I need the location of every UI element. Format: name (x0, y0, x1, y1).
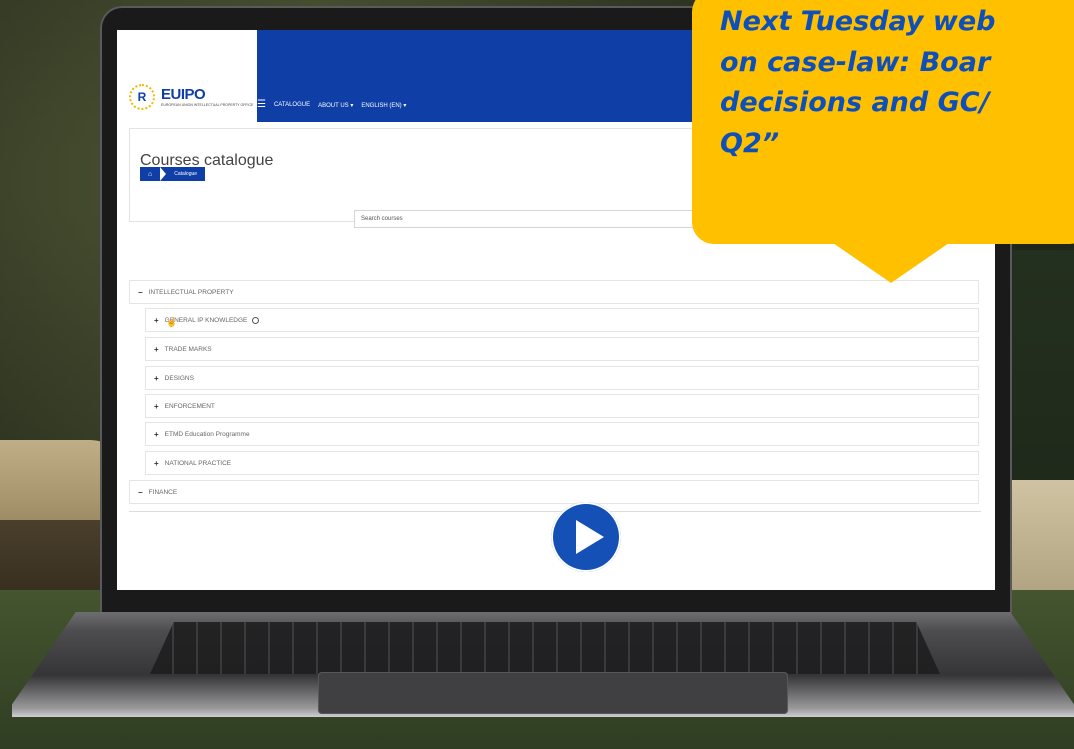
speech-callout-tail (833, 243, 949, 283)
category-label: ETMD Education Programme (164, 430, 250, 438)
callout-text: Next Tuesday web on case-law: Boar decis… (720, 6, 996, 159)
category-label: ENFORCEMENT (164, 402, 215, 410)
category-row-intellectual-property[interactable]: − INTELLECTUAL PROPERTY (129, 280, 979, 304)
category-row-designs[interactable]: + DESIGNS (145, 366, 979, 390)
category-row-enforcement[interactable]: + ENFORCEMENT (145, 394, 979, 418)
nav-item-catalogue[interactable]: CATALOGUE (274, 102, 310, 108)
hamburger-icon[interactable]: ☰ (257, 100, 266, 110)
category-row-national-practice[interactable]: + NATIONAL PRACTICE (145, 451, 979, 475)
home-icon[interactable]: ⌂ (140, 171, 160, 178)
logo-area: R EUIPO EUROPEAN UNION INTELLECTUAL PROP… (117, 30, 257, 122)
logo-mark-icon: R (129, 84, 155, 110)
laptop-trackpad (318, 672, 788, 714)
search-courses-input[interactable]: Search courses (354, 210, 734, 228)
category-row-trade-marks[interactable]: + TRADE MARKS (145, 337, 979, 361)
nav-item-language[interactable]: ENGLISH (EN) ▾ (361, 102, 406, 109)
expand-icon[interactable]: + (154, 430, 159, 439)
category-row-etmd-education-programme[interactable]: + ETMD Education Programme (145, 422, 979, 446)
euipo-logo[interactable]: R EUIPO EUROPEAN UNION INTELLECTUAL PROP… (129, 84, 253, 110)
nav-item-about-us[interactable]: ABOUT US ▾ (318, 102, 353, 109)
breadcrumb: ⌂ Catalogue (140, 167, 206, 181)
expand-icon[interactable]: + (154, 459, 159, 468)
expand-icon[interactable]: + (154, 345, 159, 354)
collapse-icon[interactable]: − (138, 488, 143, 497)
category-row-finance[interactable]: − FINANCE (129, 480, 979, 504)
collapse-icon[interactable]: − (138, 288, 143, 297)
nav-menu: ☰ CATALOGUE ABOUT US ▾ ENGLISH (EN) ▾ (257, 100, 406, 110)
loading-spinner-icon (252, 316, 260, 324)
expand-icon[interactable]: + (154, 374, 159, 383)
expand-icon[interactable]: + (154, 316, 159, 325)
play-button[interactable] (551, 502, 621, 572)
category-label: NATIONAL PRACTICE (164, 459, 232, 467)
play-icon (576, 520, 604, 554)
breadcrumb-current[interactable]: Catalogue (166, 171, 205, 177)
content-divider (129, 511, 981, 512)
expand-icon[interactable]: + (154, 402, 159, 411)
category-label: FINANCE (148, 488, 178, 496)
logo-subtitle: EUROPEAN UNION INTELLECTUAL PROPERTY OFF… (161, 102, 254, 107)
logo-name: EUIPO (161, 85, 206, 103)
pointer-cursor-icon: ☝ (166, 317, 178, 327)
laptop-keyboard (150, 622, 940, 674)
category-label: DESIGNS (164, 374, 194, 382)
category-label: TRADE MARKS (164, 345, 212, 353)
category-label: INTELLECTUAL PROPERTY (148, 288, 234, 296)
category-row-general-ip-knowledge[interactable]: + GENERAL IP KNOWLEDGE ☝ (145, 308, 979, 332)
